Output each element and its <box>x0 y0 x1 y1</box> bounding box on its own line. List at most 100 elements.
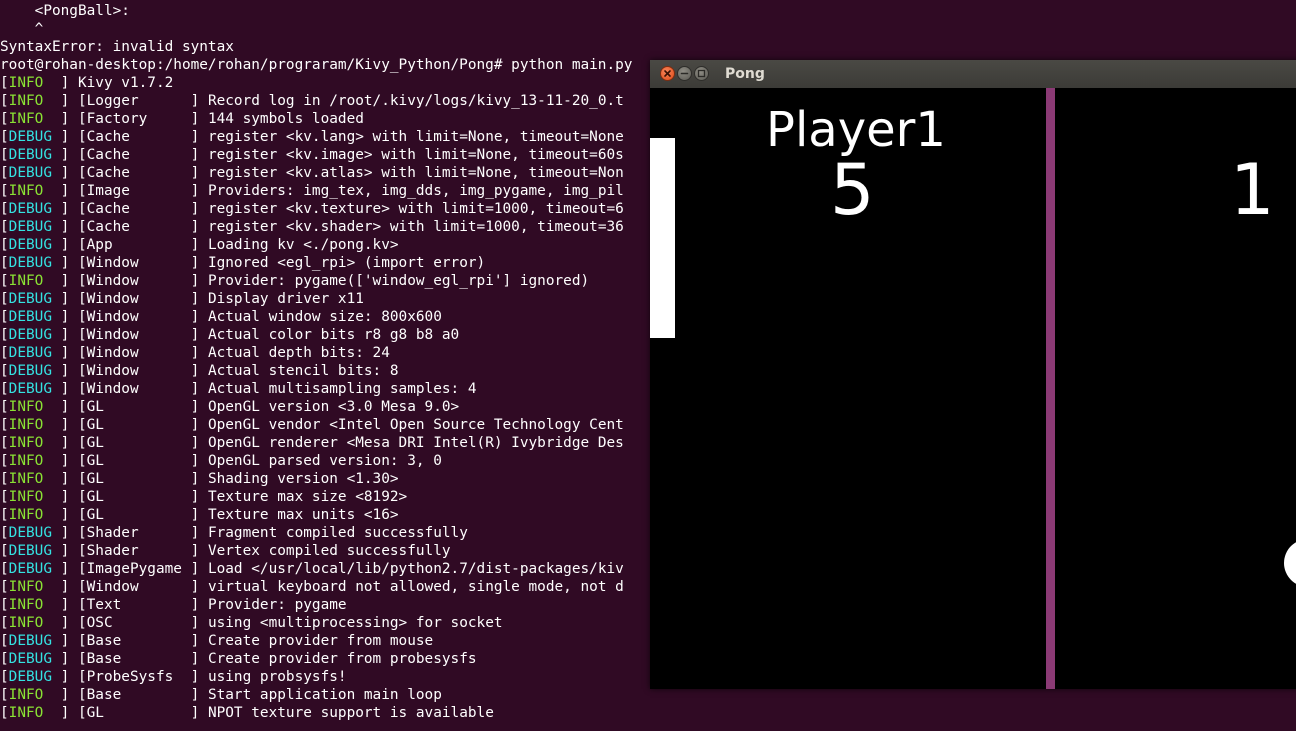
log-bracket: [ <box>0 417 9 433</box>
log-module: Kivy v1.7.2 <box>77 75 174 91</box>
log-message: Create provider from mouse <box>199 633 434 649</box>
pong-window[interactable]: Pong Player1 5 1 <box>650 60 1296 689</box>
log-level: INFO <box>8 687 61 703</box>
log-bracket: [ <box>0 435 9 451</box>
log-module: [Cache ] <box>77 129 200 145</box>
log-line: [INFO ] [Window ] Provider: pygame(['win… <box>0 272 589 290</box>
log-module: [Window ] <box>77 255 200 271</box>
log-message: Create provider from probesysfs <box>199 651 477 667</box>
window-title: Pong <box>725 66 765 82</box>
log-line: [DEBUG ] [Base ] Create provider from mo… <box>0 632 433 650</box>
log-message: using <multiprocessing> for socket <box>199 615 503 631</box>
player1-paddle <box>650 138 675 338</box>
log-line: [DEBUG ] [Cache ] register <kv.lang> wit… <box>0 128 624 146</box>
log-message: Ignored <egl_rpi> (import error) <box>199 255 486 271</box>
log-bracket: ] <box>60 255 78 271</box>
terminal-line: <PongBall>: <box>0 3 130 19</box>
log-module: [Window ] <box>77 309 200 325</box>
close-button[interactable] <box>660 66 675 81</box>
log-module: [Base ] <box>77 633 200 649</box>
log-message: Shading version <1.30> <box>199 471 399 487</box>
log-module: [GL ] <box>77 507 200 523</box>
log-line: [DEBUG ] [Cache ] register <kv.texture> … <box>0 200 624 218</box>
log-level: DEBUG <box>8 543 61 559</box>
log-bracket: ] <box>60 381 78 397</box>
maximize-button[interactable] <box>694 66 709 81</box>
log-module: [GL ] <box>77 435 200 451</box>
log-line: [INFO ] [Text ] Provider: pygame <box>0 596 347 614</box>
log-bracket: ] <box>60 309 78 325</box>
log-bracket: ] <box>60 129 78 145</box>
log-bracket: [ <box>0 579 9 595</box>
log-bracket: ] <box>60 669 78 685</box>
log-bracket: ] <box>60 489 78 505</box>
log-bracket: [ <box>0 363 9 379</box>
log-module: [App ] <box>77 237 200 253</box>
log-bracket: [ <box>0 75 9 91</box>
log-message: Providers: img_tex, img_dds, img_pygame,… <box>199 183 624 199</box>
log-message: Actual multisampling samples: 4 <box>199 381 477 397</box>
terminal-line: SyntaxError: invalid syntax <box>0 39 234 55</box>
log-level: DEBUG <box>8 669 61 685</box>
log-bracket: ] <box>60 633 78 649</box>
log-line: [INFO ] [OSC ] using <multiprocessing> f… <box>0 614 503 632</box>
window-titlebar[interactable]: Pong <box>650 60 1296 89</box>
log-message: Loading kv <./pong.kv> <box>199 237 399 253</box>
log-module: [Shader ] <box>77 525 200 541</box>
log-bracket: ] <box>60 219 78 235</box>
log-bracket: ] <box>60 345 78 361</box>
log-level: DEBUG <box>8 561 61 577</box>
log-message: Load </usr/local/lib/python2.7/dist-pack… <box>199 561 624 577</box>
log-module: [Base ] <box>77 687 200 703</box>
log-bracket: [ <box>0 129 9 145</box>
log-bracket: ] <box>60 453 78 469</box>
log-message: using probsysfs! <box>199 669 347 685</box>
log-bracket: ] <box>60 687 78 703</box>
close-icon <box>664 70 671 77</box>
log-message: virtual keyboard not allowed, single mod… <box>199 579 624 595</box>
log-level: DEBUG <box>8 129 61 145</box>
log-bracket: [ <box>0 219 9 235</box>
log-message: register <kv.atlas> with limit=None, tim… <box>199 165 624 181</box>
log-level: DEBUG <box>8 201 61 217</box>
log-message: Provider: pygame <box>199 597 347 613</box>
minimize-button[interactable] <box>677 66 692 81</box>
log-line: [INFO ] [GL ] OpenGL parsed version: 3, … <box>0 452 442 470</box>
log-line: [INFO ] [GL ] Shading version <1.30> <box>0 470 399 488</box>
log-module: [Cache ] <box>77 165 200 181</box>
log-bracket: [ <box>0 651 9 667</box>
log-line: [DEBUG ] [Cache ] register <kv.image> wi… <box>0 146 624 164</box>
log-bracket: [ <box>0 237 9 253</box>
log-level: DEBUG <box>8 381 61 397</box>
log-level: INFO <box>8 579 61 595</box>
log-level: INFO <box>8 417 61 433</box>
log-level: DEBUG <box>8 363 61 379</box>
log-line: [DEBUG ] [Window ] Ignored <egl_rpi> (im… <box>0 254 485 272</box>
log-module: [GL ] <box>77 705 200 721</box>
log-bracket: [ <box>0 201 9 217</box>
log-bracket: [ <box>0 291 9 307</box>
log-module: [Window ] <box>77 273 200 289</box>
log-line: [DEBUG ] [Shader ] Vertex compiled succe… <box>0 542 451 560</box>
log-message: OpenGL parsed version: 3, 0 <box>199 453 442 469</box>
log-line: [DEBUG ] [Base ] Create provider from pr… <box>0 650 477 668</box>
log-bracket: ] <box>60 435 78 451</box>
log-bracket: [ <box>0 147 9 163</box>
log-message: Actual depth bits: 24 <box>199 345 390 361</box>
log-bracket: [ <box>0 453 9 469</box>
log-bracket: [ <box>0 399 9 415</box>
game-canvas[interactable]: Player1 5 1 <box>650 88 1296 689</box>
log-line: [DEBUG ] [Window ] Display driver x11 <box>0 290 364 308</box>
log-line: [DEBUG ] [Cache ] register <kv.shader> w… <box>0 218 624 236</box>
log-level: INFO <box>8 75 61 91</box>
log-line: [DEBUG ] [Window ] Actual window size: 8… <box>0 308 442 326</box>
log-bracket: [ <box>0 597 9 613</box>
log-line: [INFO ] [GL ] Texture max units <16> <box>0 506 399 524</box>
log-bracket: ] <box>60 111 78 127</box>
log-module: [GL ] <box>77 399 200 415</box>
log-bracket: [ <box>0 687 9 703</box>
log-module: [GL ] <box>77 453 200 469</box>
log-bracket: ] <box>60 75 78 91</box>
log-bracket: ] <box>60 417 78 433</box>
log-module: [Logger ] <box>77 93 200 109</box>
